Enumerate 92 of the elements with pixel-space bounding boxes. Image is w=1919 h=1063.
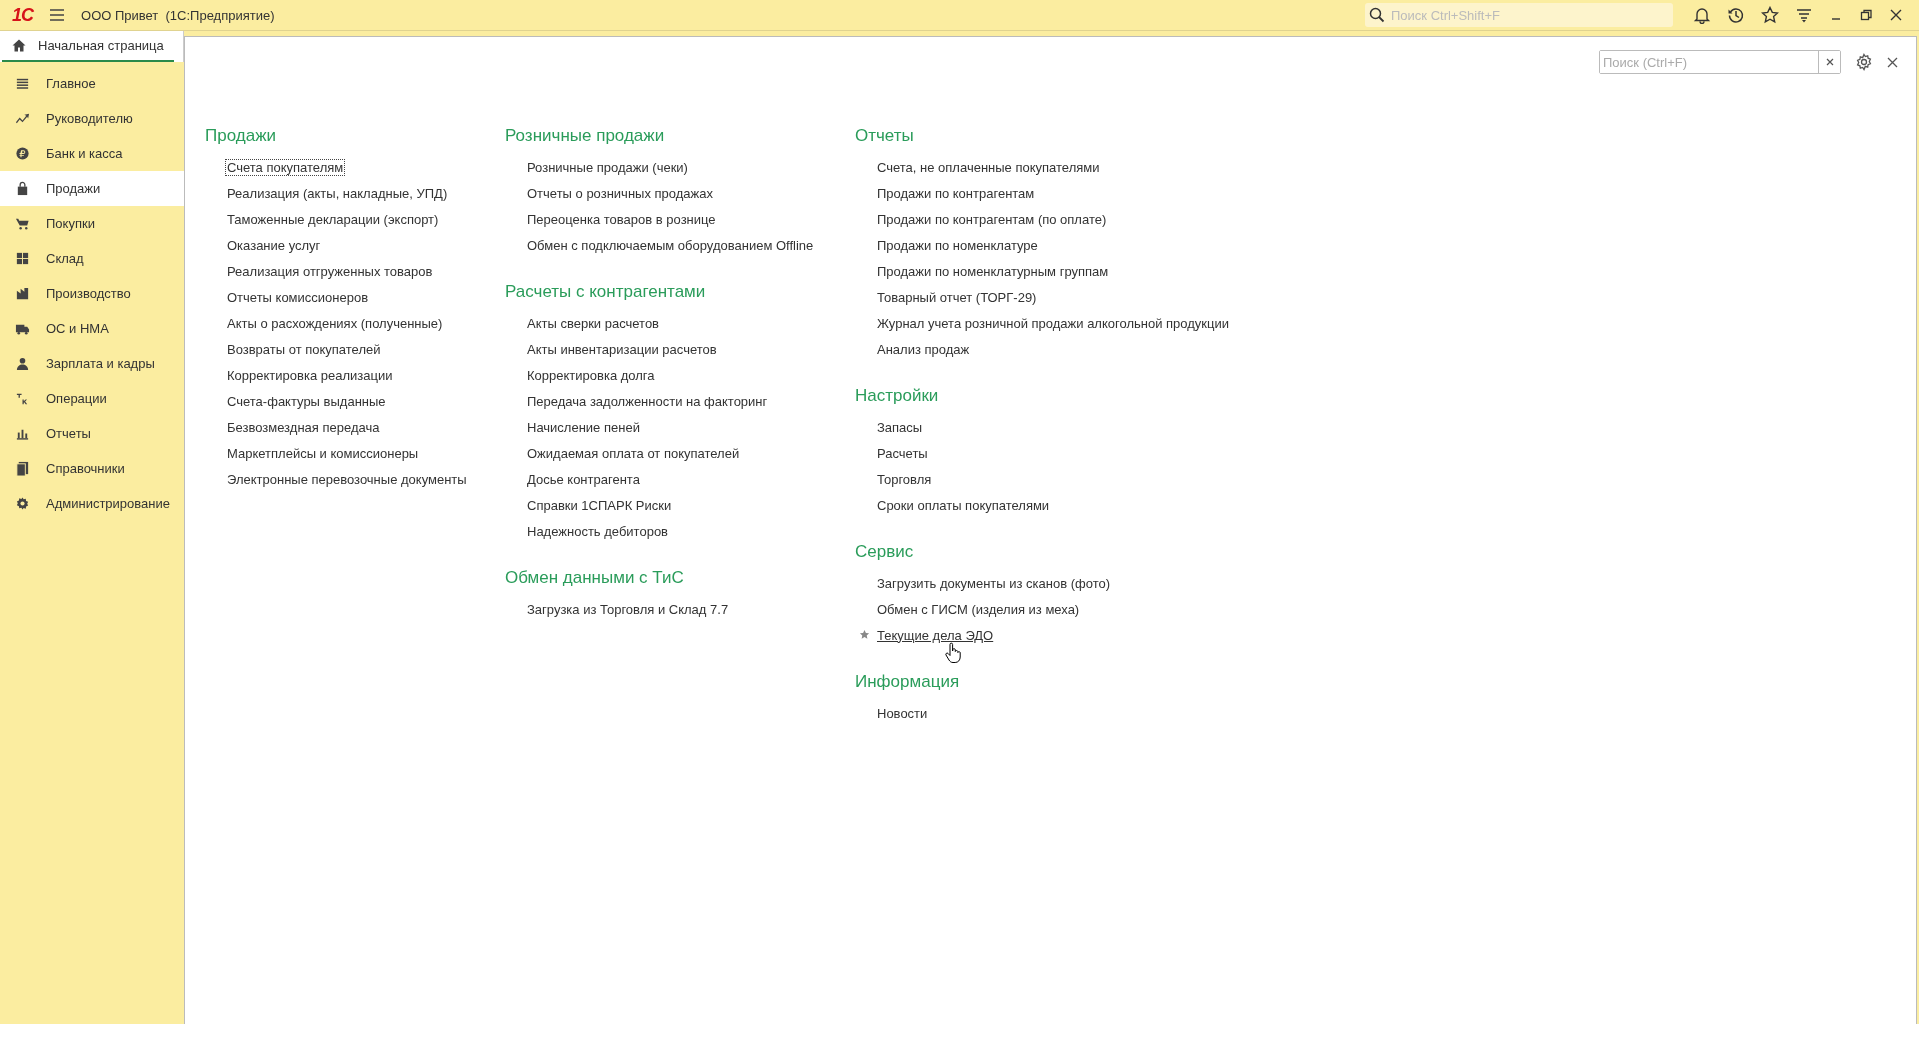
- nav-link[interactable]: Корректировка долга: [525, 366, 657, 384]
- section-heading: Розничные продажи: [505, 125, 666, 147]
- sidebar-item[interactable]: Администрирование: [0, 486, 184, 521]
- cart-icon: [15, 216, 30, 231]
- logo: 1С: [12, 4, 33, 26]
- nav-link[interactable]: Загрузка из Торговля и Склад 7.7: [525, 600, 731, 618]
- sidebar-item[interactable]: Справочники: [0, 451, 184, 486]
- nav-link[interactable]: Акты о расхождениях (полученные): [225, 314, 445, 332]
- star-icon[interactable]: [859, 629, 870, 640]
- search-icon: [1369, 7, 1385, 23]
- nav-link[interactable]: Новости: [875, 704, 930, 722]
- nav-link[interactable]: Электронные перевозочные документы: [225, 470, 469, 488]
- nav-link[interactable]: Реализация отгруженных товаров: [225, 262, 435, 280]
- star-icon[interactable]: [1761, 6, 1779, 24]
- sidebar-item[interactable]: Склад: [0, 241, 184, 276]
- nav-link[interactable]: Отчеты о розничных продажах: [525, 184, 715, 202]
- nav-link[interactable]: Счета-фактуры выданные: [225, 392, 388, 410]
- nav-link[interactable]: Продажи по номенклатурным группам: [875, 262, 1111, 280]
- nav-link[interactable]: Возвраты от покупателей: [225, 340, 383, 358]
- list-icon: [15, 76, 30, 91]
- trend-icon: [15, 111, 30, 126]
- section-heading: Отчеты: [855, 125, 915, 147]
- clear-button[interactable]: [1818, 51, 1840, 73]
- nav-link[interactable]: Журнал учета розничной продажи алкогольной продукции: [875, 314, 1231, 332]
- nav-link[interactable]: Корректировка реализации: [225, 366, 395, 384]
- person-icon: [15, 356, 30, 371]
- nav-link[interactable]: Продажи по контрагентам (по оплате): [875, 210, 1109, 228]
- nav-link[interactable]: Товарный отчет (ТОРГ-29): [875, 288, 1039, 306]
- nav-link[interactable]: Торговля: [875, 470, 934, 488]
- sidebar-item[interactable]: Главное: [0, 66, 184, 101]
- nav-link[interactable]: Обмен с ГИСМ (изделия из меха): [875, 600, 1082, 618]
- nav-link[interactable]: Надежность дебиторов: [525, 522, 670, 540]
- nav-link[interactable]: Отчеты комиссионеров: [225, 288, 371, 306]
- nav-link[interactable]: Акты инвентаризации расчетов: [525, 340, 719, 358]
- ruble-icon: [15, 146, 30, 161]
- nav-link[interactable]: Оказание услуг: [225, 236, 323, 254]
- section-heading: Обмен данными с ТиС: [505, 567, 685, 589]
- search-field[interactable]: Поиск (Ctrl+F): [1599, 50, 1841, 74]
- nav-link[interactable]: Акты сверки расчетов: [525, 314, 662, 332]
- nav-link[interactable]: Анализ продаж: [875, 340, 972, 358]
- section-heading: Сервис: [855, 541, 915, 563]
- nav-link[interactable]: Продажи по номенклатуре: [875, 236, 1040, 254]
- close-icon[interactable]: [1889, 8, 1903, 22]
- nav-link[interactable]: Начисление пеней: [525, 418, 642, 436]
- section-heading: Информация: [855, 671, 961, 693]
- nav-link[interactable]: Розничные продажи (чеки): [525, 158, 690, 176]
- nav-link[interactable]: Обмен с подключаемым оборудованием Offline: [525, 236, 816, 254]
- nav-link[interactable]: Ожидаемая оплата от покупателей: [525, 444, 742, 462]
- section-heading: Расчеты с контрагентами: [505, 281, 707, 303]
- sidebar-item[interactable]: ОС и НМА: [0, 311, 184, 346]
- factory-icon: [15, 286, 30, 301]
- sidebar-item[interactable]: Производство: [0, 276, 184, 311]
- nav-link[interactable]: Переоценка товаров в рознице: [525, 210, 718, 228]
- debit-credit-icon: [15, 391, 30, 406]
- nav-link[interactable]: Безвозмездная передача: [225, 418, 382, 436]
- nav-link[interactable]: Досье контрагента: [525, 470, 642, 488]
- bell-icon[interactable]: [1693, 6, 1711, 24]
- nav-link[interactable]: Счета покупателям: [225, 158, 346, 176]
- nav-link[interactable]: Сроки оплаты покупателями: [875, 496, 1052, 514]
- close-icon: [1825, 58, 1834, 66]
- nav-link[interactable]: Справки 1СПАРК Риски: [525, 496, 674, 514]
- section-heading: Настройки: [855, 385, 940, 407]
- nav-link[interactable]: Маркетплейсы и комиссионеры: [225, 444, 421, 462]
- close-icon[interactable]: [1887, 56, 1898, 68]
- nav-link[interactable]: Таможенные декларации (экспорт): [225, 210, 441, 228]
- nav-link[interactable]: Запасы: [875, 418, 925, 436]
- nav-link[interactable]: Загрузить документы из сканов (фото): [875, 574, 1113, 592]
- sidebar-item[interactable]: Отчеты: [0, 416, 184, 451]
- window-title: ООО Привет (1С:Предприятие): [81, 7, 275, 23]
- menu-icon[interactable]: [49, 8, 65, 22]
- gear-icon: [15, 496, 30, 511]
- nav-link[interactable]: Передача задолженности на факторинг: [525, 392, 770, 410]
- books-icon: [15, 461, 30, 476]
- sidebar-item[interactable]: Покупки: [0, 206, 184, 241]
- filter-menu-icon[interactable]: [1795, 6, 1813, 24]
- sidebar-item[interactable]: Продажи: [0, 171, 184, 206]
- sidebar-item[interactable]: Операции: [0, 381, 184, 416]
- nav-link[interactable]: Расчеты: [875, 444, 930, 462]
- sidebar-item[interactable]: Банк и касса: [0, 136, 184, 171]
- nav-link[interactable]: Текущие дела ЭДО: [875, 626, 996, 644]
- history-icon[interactable]: [1727, 6, 1745, 24]
- nav-link[interactable]: Продажи по контрагентам: [875, 184, 1037, 202]
- sidebar-item[interactable]: Руководителю: [0, 101, 184, 136]
- hand-cursor-icon: [945, 642, 961, 664]
- home-icon: [12, 39, 26, 52]
- section-heading: Продажи: [205, 125, 277, 147]
- sidebar-item[interactable]: Зарплата и кадры: [0, 346, 184, 381]
- restore-icon[interactable]: [1859, 8, 1873, 22]
- nav-link[interactable]: Реализация (акты, накладные, УПД): [225, 184, 450, 202]
- nav-link[interactable]: Счета, не оплаченные покупателями: [875, 158, 1102, 176]
- grid-icon: [15, 251, 30, 266]
- settings-icon[interactable]: [1855, 53, 1873, 71]
